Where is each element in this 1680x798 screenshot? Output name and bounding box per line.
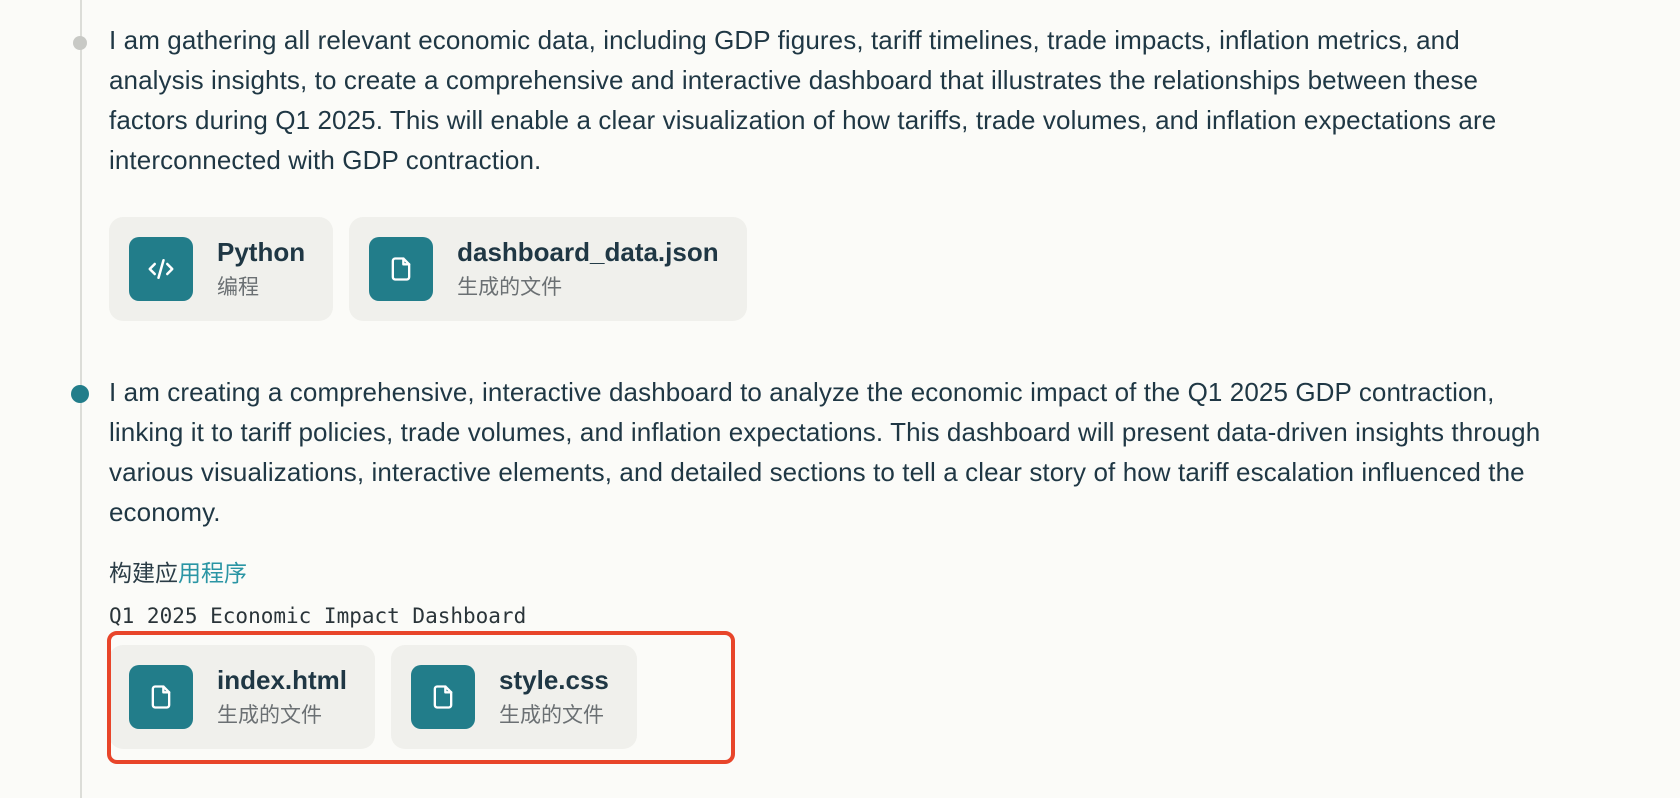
artifact-subtitle: 编程: [217, 275, 259, 299]
artifact-subtitle: 生成的文件: [217, 703, 322, 727]
file-icon: [129, 665, 193, 729]
file-icon: [411, 665, 476, 729]
artifact-card-dashboard-data-json[interactable]: dashboard_data.json 生成的文件: [349, 217, 747, 321]
file-icon: [369, 237, 434, 301]
artifact-list: Python 编程 dashboard_data.json 生成的文件: [109, 217, 1549, 321]
app-name: Q1 2025 Economic Impact Dashboard: [109, 604, 527, 628]
timeline-step-1: I am gathering all relevant economic dat…: [109, 20, 1549, 321]
artifact-card-index-html[interactable]: index.html 生成的文件: [109, 645, 376, 749]
artifact-subtitle: 生成的文件: [457, 275, 563, 299]
code-icon: [129, 237, 193, 301]
build-app-label-prefix: 构建应: [109, 561, 178, 587]
timeline-step-2: I am creating a comprehensive, interacti…: [109, 372, 1549, 749]
step-description: I am gathering all relevant economic dat…: [109, 25, 1497, 175]
artifact-card-python[interactable]: Python 编程: [109, 217, 334, 321]
artifact-subtitle: 生成的文件: [499, 703, 605, 727]
artifact-title: Python: [217, 237, 306, 267]
step-description: I am creating a comprehensive, interacti…: [109, 377, 1541, 527]
artifact-card-style-css[interactable]: style.css 生成的文件: [391, 645, 637, 749]
timeline-dot-completed: [73, 36, 87, 50]
build-app-label-accent: 用程序: [178, 561, 247, 587]
timeline-dot-active: [71, 385, 89, 403]
artifact-title: dashboard_data.json: [457, 237, 719, 267]
build-app-label: 构建应用程序: [109, 558, 1549, 590]
artifact-list: index.html 生成的文件 style.css 生成的文件: [109, 645, 1549, 749]
artifact-title: style.css: [499, 665, 609, 695]
artifact-title: index.html: [217, 665, 348, 695]
